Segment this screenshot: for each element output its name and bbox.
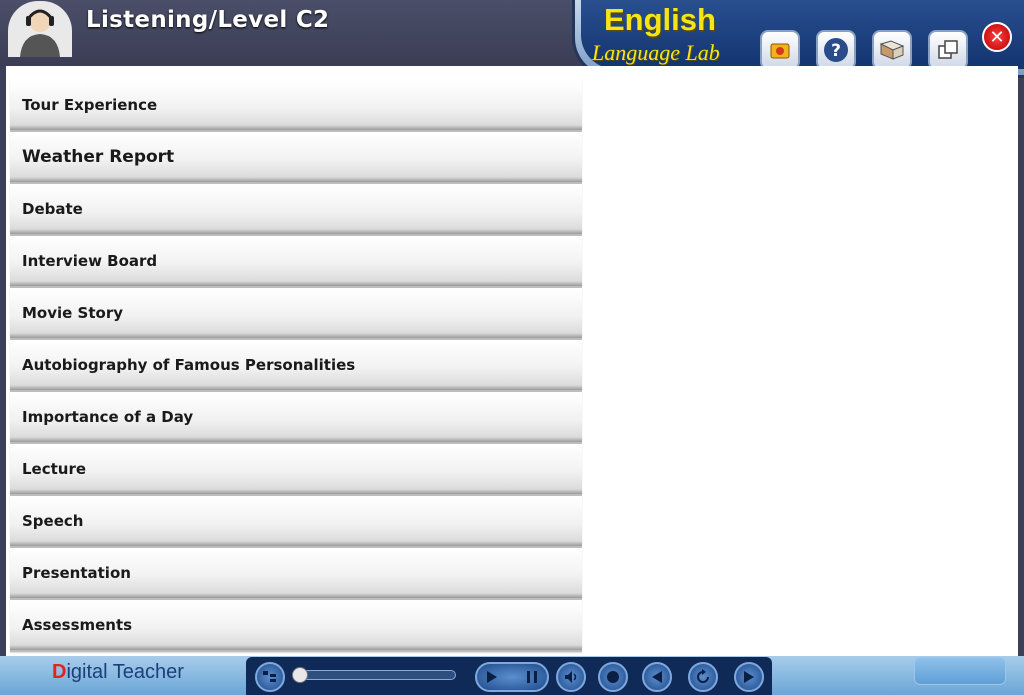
replay-icon [697, 669, 709, 683]
pause-icon [527, 671, 537, 683]
topic-item[interactable]: Speech [10, 496, 582, 548]
topic-item[interactable]: Weather Report [10, 132, 582, 184]
next-icon [744, 671, 754, 683]
book-button[interactable] [872, 30, 912, 70]
topic-item[interactable]: Interview Board [10, 236, 582, 288]
page-title: Listening/Level C2 [86, 7, 330, 33]
play-button[interactable] [480, 667, 504, 687]
logo-letter: D [52, 661, 67, 683]
topic-list: Tour Experience Weather Report Debate In… [10, 80, 582, 652]
topic-item[interactable]: Lecture [10, 444, 582, 496]
topic-item[interactable]: Debate [10, 184, 582, 236]
record-button[interactable] [760, 30, 800, 70]
playlist-icon [263, 671, 276, 682]
stop-icon [607, 671, 619, 683]
brand-title: English [604, 2, 716, 37]
seek-handle[interactable] [292, 667, 308, 683]
user-avatar [8, 1, 72, 57]
headphones-user-icon [20, 9, 60, 57]
volume-button[interactable] [556, 662, 586, 692]
volume-icon [565, 671, 577, 683]
footer-logo: Digital Teacher [52, 661, 184, 684]
previous-icon [652, 671, 662, 683]
windows-button[interactable] [928, 30, 968, 70]
topic-item[interactable]: Movie Story [10, 288, 582, 340]
brand-subtitle: Language Lab [592, 40, 720, 65]
logo-text: igital Teacher [66, 661, 184, 683]
previous-button[interactable] [642, 662, 672, 692]
book-icon [879, 40, 905, 60]
topic-item[interactable]: Importance of a Day [10, 392, 582, 444]
topic-item[interactable]: Tour Experience [10, 80, 582, 132]
next-button[interactable] [734, 662, 764, 692]
help-button[interactable]: ? [816, 30, 856, 70]
record-icon [770, 43, 790, 59]
stop-button[interactable] [598, 662, 628, 692]
svg-text:?: ? [831, 41, 841, 61]
topic-item[interactable]: Presentation [10, 548, 582, 600]
footer-tab-button[interactable] [914, 657, 1006, 685]
pause-button[interactable] [520, 667, 544, 687]
topic-item[interactable]: Assessments [10, 600, 582, 652]
topic-item[interactable]: Autobiography of Famous Personalities [10, 340, 582, 392]
play-icon [487, 671, 497, 683]
windows-icon [938, 40, 958, 59]
help-icon: ? [824, 38, 848, 62]
playlist-button[interactable] [255, 662, 285, 692]
replay-button[interactable] [688, 662, 718, 692]
seek-bar[interactable] [292, 670, 456, 680]
close-button[interactable]: ✕ [982, 22, 1012, 52]
